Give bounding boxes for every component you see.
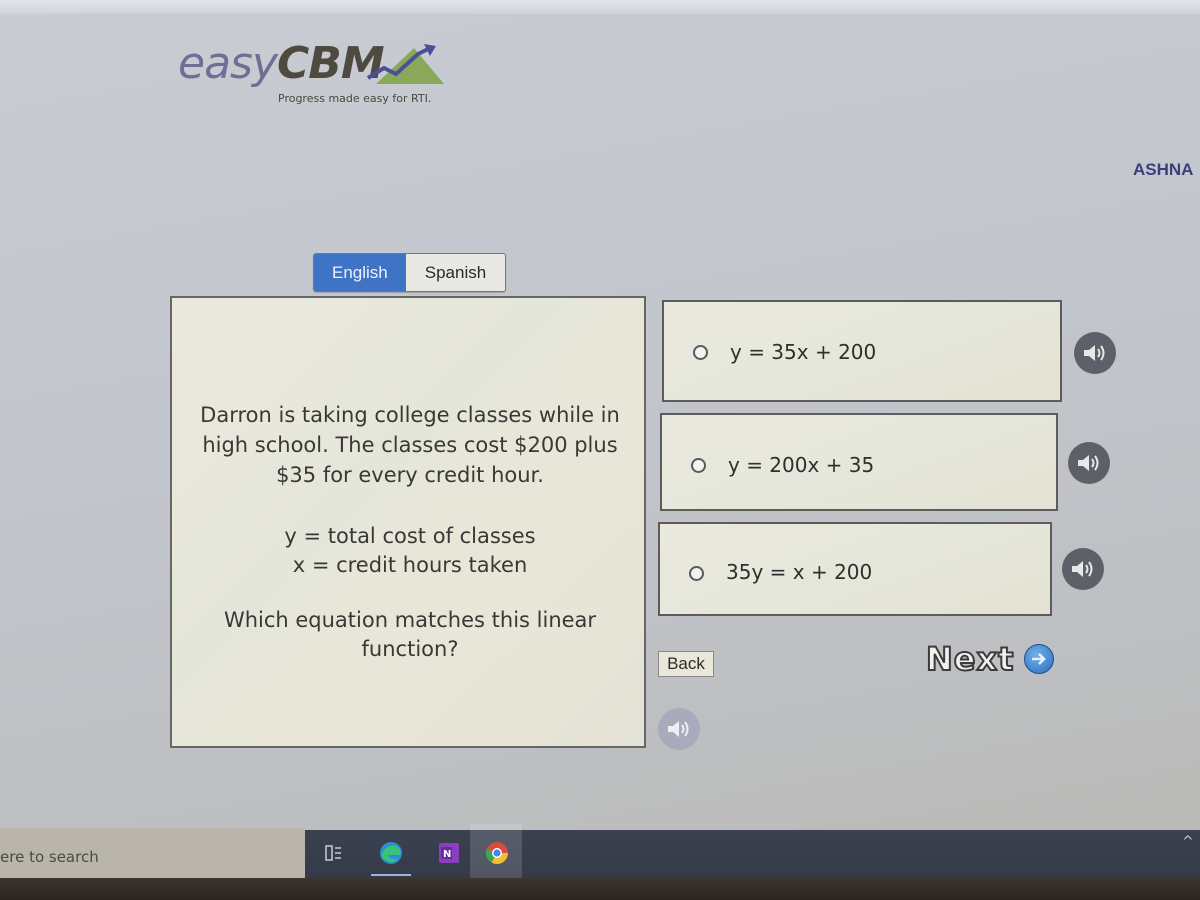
question-panel: Darron is taking college classes while i… xyxy=(170,296,646,748)
task-view-icon[interactable] xyxy=(320,840,346,866)
arrow-right-icon xyxy=(1024,644,1055,674)
answer-choice-3[interactable]: 35y = x + 200 xyxy=(658,522,1052,616)
logo-tagline: Progress made easy for RTI. xyxy=(278,92,432,105)
answer-choice-1[interactable]: y = 35x + 200 xyxy=(662,300,1062,402)
definition-x: x = credit hours taken xyxy=(292,553,528,577)
choice-1-audio-button[interactable] xyxy=(1074,332,1116,374)
back-button[interactable]: Back xyxy=(658,651,714,677)
question-ask: Which equation matches this linear funct… xyxy=(223,608,597,661)
logo-easy: easy xyxy=(178,38,278,89)
radio-button[interactable] xyxy=(689,566,704,581)
chrome-icon[interactable] xyxy=(484,840,510,866)
answer-label: y = 35x + 200 xyxy=(730,340,877,364)
speaker-icon xyxy=(1084,345,1105,361)
user-name[interactable]: ASHNA xyxy=(1133,160,1193,180)
language-english-button[interactable]: English xyxy=(314,254,406,291)
logo-wordmark: easyCBM xyxy=(178,38,385,89)
next-button[interactable]: Next xyxy=(925,639,1055,679)
monitor-bezel xyxy=(0,878,1200,900)
language-toggle: English Spanish xyxy=(313,253,507,292)
edge-browser-icon[interactable] xyxy=(378,840,404,866)
radio-button[interactable] xyxy=(691,458,706,473)
speaker-icon xyxy=(1072,561,1093,577)
choice-3-audio-button[interactable] xyxy=(1062,548,1104,590)
language-spanish-button[interactable]: Spanish xyxy=(405,254,506,291)
radio-button[interactable] xyxy=(693,345,708,360)
next-label: Next xyxy=(925,639,1015,679)
answer-label: y = 200x + 35 xyxy=(728,453,875,477)
taskbar-edge-indicator xyxy=(371,874,411,876)
onenote-icon[interactable]: N xyxy=(436,840,462,866)
taskbar-search-input[interactable]: ere to search xyxy=(0,848,99,866)
system-tray-chevron-icon[interactable]: ^ xyxy=(1182,834,1194,850)
question-prompt: Darron is taking college classes while i… xyxy=(200,403,620,487)
logo-mountain-arrow-icon xyxy=(366,44,444,84)
answer-label: 35y = x + 200 xyxy=(726,560,873,584)
variable-definitions: y = total cost of classes x = credit hou… xyxy=(182,522,638,580)
browser-top-edge xyxy=(0,0,1200,14)
choice-2-audio-button[interactable] xyxy=(1068,442,1110,484)
speaker-icon xyxy=(668,721,689,737)
speaker-icon xyxy=(1078,455,1099,471)
svg-text:N: N xyxy=(443,849,451,860)
definition-y: y = total cost of classes xyxy=(284,524,536,548)
answer-choice-2[interactable]: y = 200x + 35 xyxy=(660,413,1058,511)
easycbm-logo: easyCBM Progress made easy for RTI. xyxy=(178,38,444,105)
question-audio-button[interactable] xyxy=(658,708,700,750)
